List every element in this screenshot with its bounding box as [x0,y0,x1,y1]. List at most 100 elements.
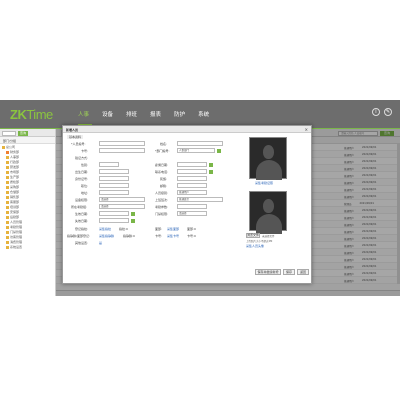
id-label: *人员编号: [71,142,86,146]
gender-select[interactable] [99,162,119,167]
title-label: 职位: [81,184,89,188]
avatar-body [256,160,282,180]
sidebar-filter-button[interactable]: 查询 [18,130,28,136]
collect-profile-photo-link[interactable]: 采集人员头像 [246,244,264,248]
folder-icon [6,221,9,224]
email-label: 邮箱: [160,184,168,188]
save-and-continue-button[interactable]: 保存并继续新增 [255,269,281,275]
level-select[interactable]: 普通用户 [177,190,207,195]
att-label: 考勤参数: [155,205,169,209]
department-sidebar: 查询 部门/分组 总公司 财务部 人事部 行政部 研发部 市场部 生产部 质检部 采购部 仓储部销… [0,129,56,296]
sidebar-toolbar: 查询 [0,129,55,137]
folder-icon [6,196,9,199]
shift-select[interactable]: 普通班次 [177,197,223,202]
cancel-button[interactable]: 返回 [297,269,309,275]
nav-schedule[interactable]: 排班 [126,110,137,118]
nation-input[interactable] [177,176,207,181]
folder-icon [6,176,9,179]
attendance-photo [249,137,287,180]
folder-icon [6,156,9,159]
top-navbar: ZKTime 人事 设备 排班 报表 防护 系统 i ✎ [0,100,400,128]
collect-attendance-photo-link[interactable]: 采集考勤证照 [255,181,273,185]
group-label: 所在考勤组: [71,205,88,209]
shift-label: 上班班次: [155,198,169,202]
end-calendar-icon[interactable] [131,218,135,223]
idcard-label: 身份证号: [75,177,89,181]
avatar-body [256,214,282,234]
collect-palm-link[interactable]: 采集指静脉 [99,234,114,238]
dept-picker-icon[interactable] [217,148,221,153]
collect-face-link[interactable]: 采集面部 [167,227,179,231]
hire-date-input[interactable] [177,162,207,167]
folder-icon [6,161,9,164]
zktime-logo: ZKTime [10,107,53,122]
nav-device[interactable]: 设备 [102,110,113,118]
email-input[interactable] [177,183,207,188]
browse-file-button[interactable]: 浏览文件 [246,233,260,238]
folder-icon [6,236,9,239]
folder-icon [6,191,9,194]
nav-system[interactable]: 系统 [198,110,209,118]
phone-input[interactable] [177,169,207,174]
birth-label: 出生日期: [75,170,89,174]
address-label: 地址: [81,191,89,195]
nation-label: 民族: [160,177,168,181]
avatar-head [263,199,274,213]
other-label: 其他设置: [75,241,89,245]
door-label: 门禁权限: [155,212,169,216]
start-date-input[interactable] [99,211,129,216]
face-label: 面部: [155,227,163,231]
card-input[interactable] [99,148,145,153]
save-button[interactable]: 保存 [283,269,295,275]
hire-label: 雇佣日期: [155,163,169,167]
folder-icon [6,241,9,244]
level-label: 人员级别: [155,191,169,195]
dept-select[interactable]: 人事部门 [177,148,215,153]
address-input[interactable] [99,190,129,195]
folder-icon [6,181,9,184]
birth-date-input[interactable] [99,169,129,174]
fingerprint-label: 登记指纹: [75,227,89,231]
nav-report[interactable]: 报表 [150,110,161,118]
hire-calendar-icon[interactable] [209,162,213,167]
end-date-input[interactable] [99,218,129,223]
card-collect-label: 卡号: [155,234,163,238]
card-label: 卡号: [81,149,89,153]
folder-icon [6,186,9,189]
group-select[interactable]: 请选择 [99,204,145,209]
edit-icon[interactable]: ✎ [384,108,392,116]
name-label: 姓名: [160,142,168,146]
upload-size-note: 上传照片大小不超过2M [246,240,273,243]
device-select[interactable]: 请选择 [99,197,145,202]
sidebar-header: 部门/分组 [0,137,55,144]
idcard-input[interactable] [99,176,129,181]
nav-protection[interactable]: 防护 [174,110,185,118]
nav-personnel[interactable]: 人事 [78,110,89,118]
dialog-title: 新增人员 × [63,126,311,133]
folder-icon [6,246,9,249]
info-icon[interactable]: i [372,108,380,116]
sidebar-search-input[interactable] [2,130,16,136]
other-value[interactable]: 是 [99,241,102,245]
folder-icon [6,201,9,204]
title-input[interactable] [99,183,129,188]
device-label: 设备权限: [75,198,89,202]
close-icon[interactable]: × [305,127,308,132]
id-input[interactable] [99,141,145,146]
tree-item[interactable]: 系统设置 [2,245,53,250]
no-file-text: 未选择文件 [262,235,275,238]
door-select[interactable]: 请选择 [177,211,207,216]
dept-label: *部门编号: [155,149,170,153]
name-input[interactable] [177,141,223,146]
phone-icon[interactable] [209,169,213,174]
card-count: 卡号:0 [187,234,196,238]
verify-label: 验证方式: [75,156,89,160]
add-person-dialog: 新增人员 × 基本资料 *人员编号: 姓名: 卡号: *部门编号: 人事部门 验… [62,125,312,284]
tab-basic-info[interactable]: 基本资料 [67,135,84,139]
folder-icon [6,211,9,214]
department-tree: 总公司 财务部 人事部 行政部 研发部 市场部 生产部 质检部 采购部 仓储部 销售部 客服部 培训部安… [0,144,55,251]
start-calendar-icon[interactable] [131,211,135,216]
att-input[interactable] [177,204,207,209]
collect-fingerprint-link[interactable]: 采集指纹 [99,227,111,231]
collect-card-link[interactable]: 采集卡号 [167,234,179,238]
